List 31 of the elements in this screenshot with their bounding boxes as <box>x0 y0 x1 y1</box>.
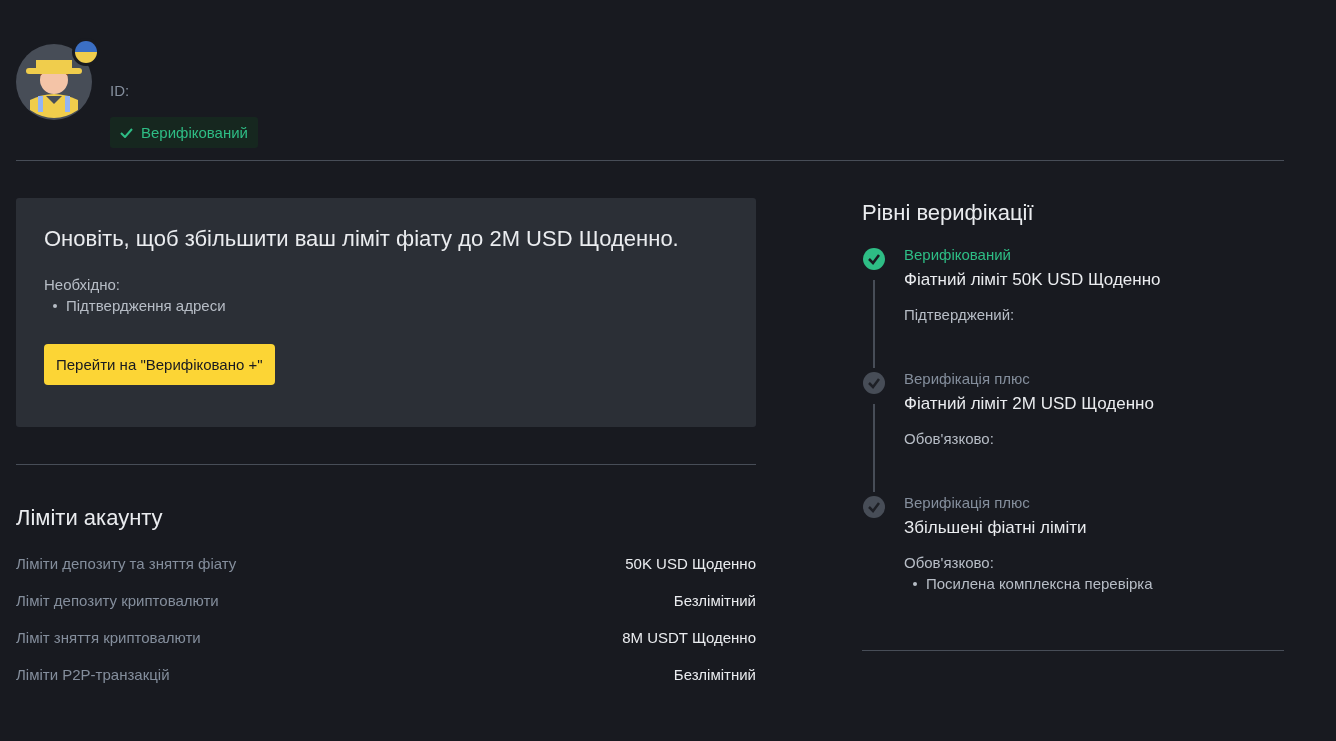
level-limit: Фіатний ліміт 2M USD Щоденно <box>904 394 1154 414</box>
levels-title: Рівні верифікації <box>862 200 1035 226</box>
level-limit: Збільшені фіатні ліміти <box>904 518 1088 538</box>
level-note: Обов'язково: <box>904 430 995 449</box>
limit-value: Безлімітний <box>673 592 756 609</box>
required-label: Необхідно: <box>44 276 121 293</box>
limit-label: Ліміт депозиту криптовалюти <box>16 592 219 609</box>
level-note: Обов'язково: <box>904 554 995 571</box>
limit-value: 50K USD Щоденно <box>625 555 756 572</box>
upgrade-button[interactable]: Перейти на "Верифіковано +" <box>44 344 275 385</box>
level-requirement: Посилена комплексна перевірка <box>926 575 1153 592</box>
level-limit: Фіатний ліміт 50K USD Щоденно <box>904 270 1161 290</box>
badge-label: Верифікований <box>141 124 248 141</box>
limits-title: Ліміти акаунту <box>16 505 164 531</box>
limit-value: 8M USDT Щоденно <box>622 629 756 646</box>
level-name: Верифікація плюс <box>904 370 1031 387</box>
limit-value: Безлімітний <box>673 666 756 683</box>
bullet-dot-icon <box>913 581 917 586</box>
flag-icon <box>72 38 100 66</box>
bullet-dot-icon <box>53 303 57 308</box>
level-note: Підтверджений: <box>904 306 1016 325</box>
avatar-icon <box>16 44 92 120</box>
limit-label: Ліміти депозиту та зняття фіату <box>16 555 237 572</box>
level-name: Верифікація плюс <box>904 494 1031 511</box>
check-icon <box>120 127 133 138</box>
level-name: Верифікований <box>904 246 1012 263</box>
limit-label: Ліміти P2P-транзакцій <box>16 666 170 683</box>
user-id-label: ID: <box>110 82 131 99</box>
limit-label: Ліміт зняття криптовалюти <box>16 629 201 646</box>
requirement-item: Підтвердження адреси <box>66 297 226 314</box>
upgrade-title: Оновіть, щоб збільшити ваш ліміт фіату до 2M USD Щоденно. <box>44 226 680 252</box>
